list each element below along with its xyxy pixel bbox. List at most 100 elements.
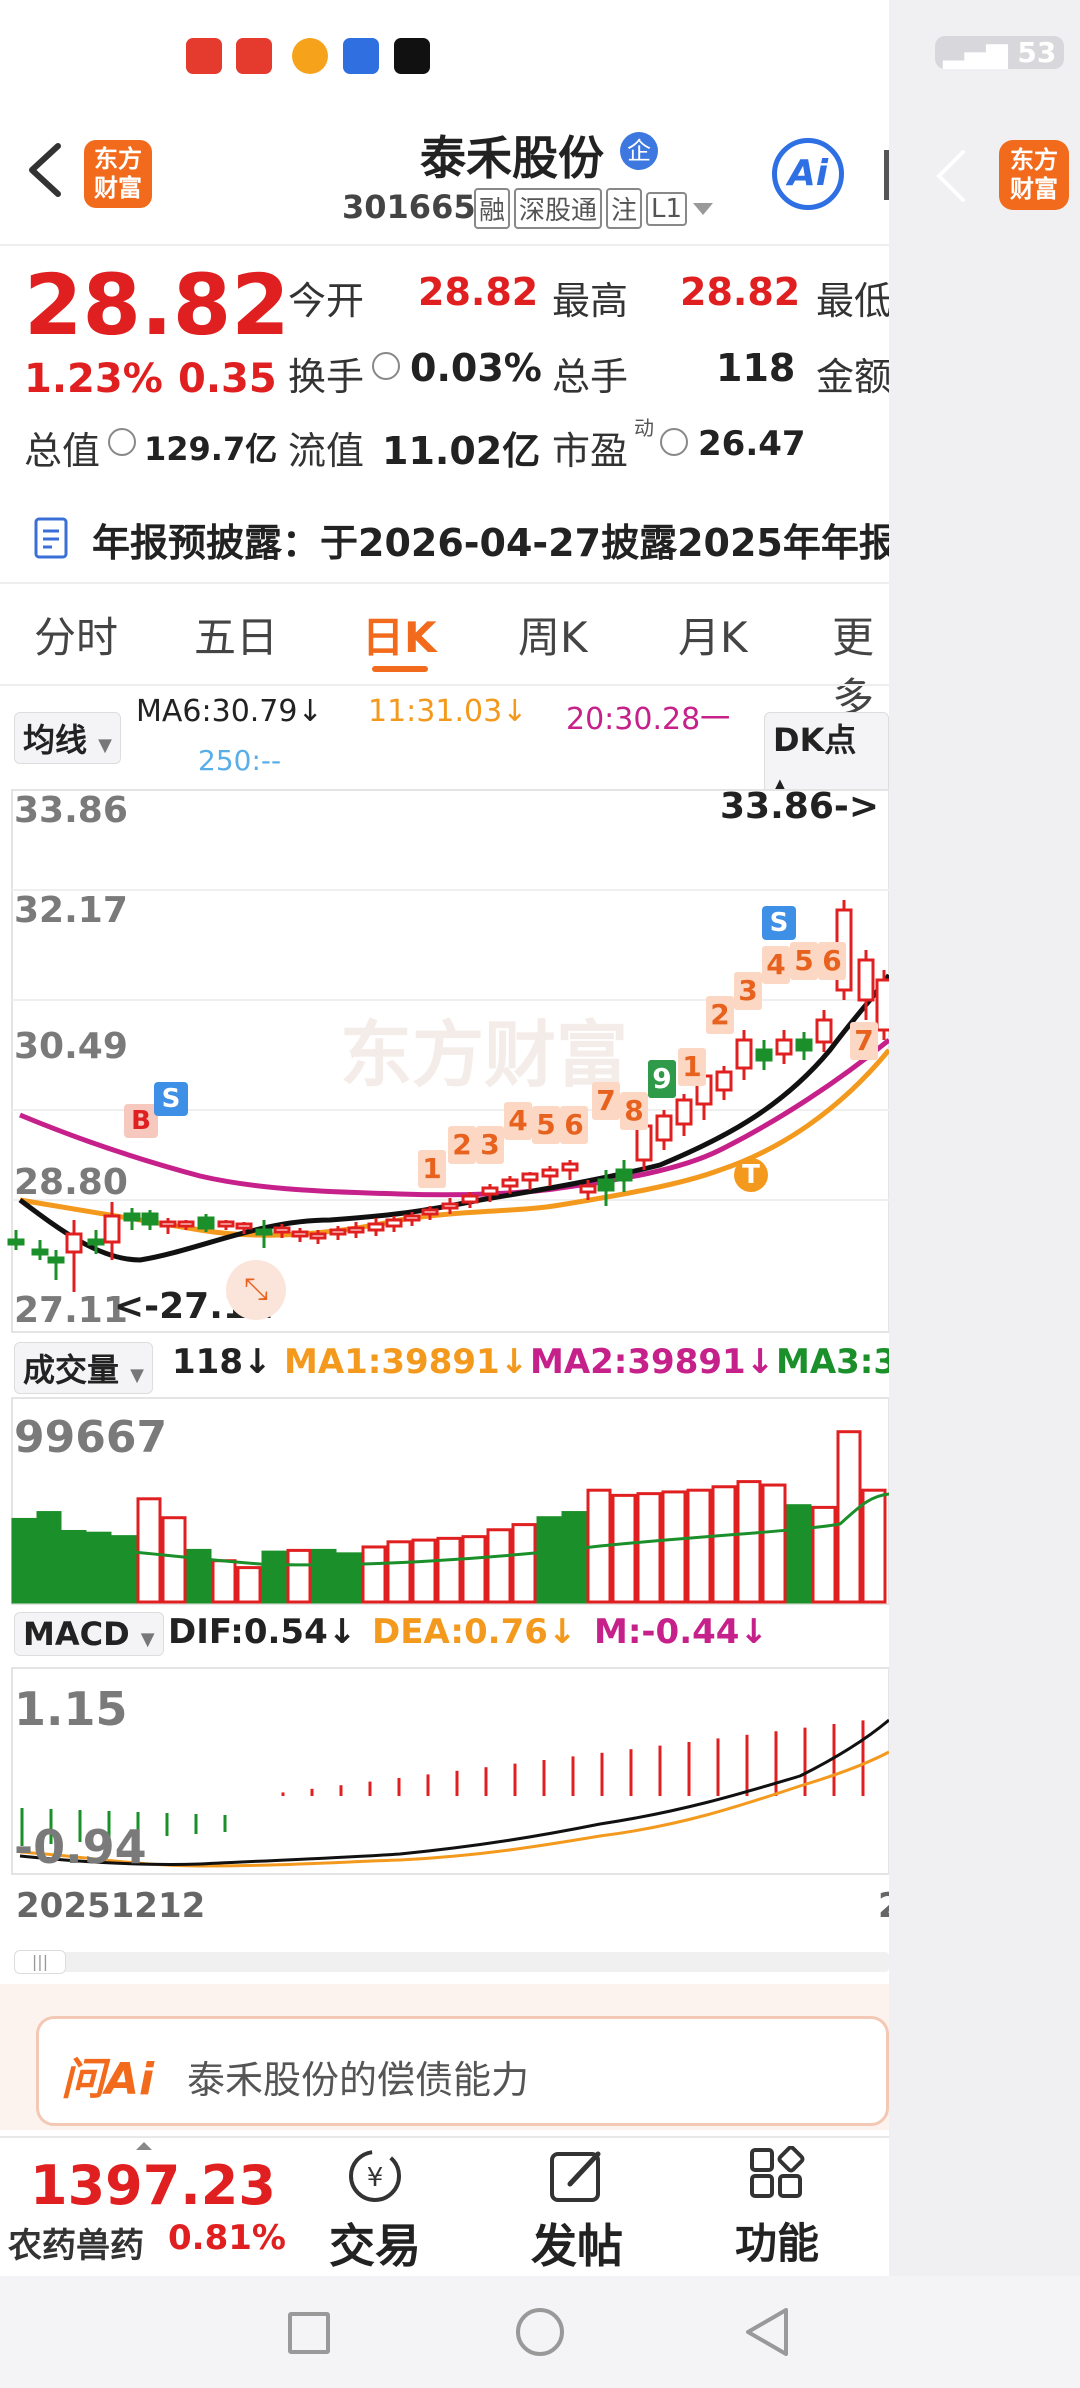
chart-scrollbar-track[interactable] <box>14 1952 889 1972</box>
candle-body <box>461 1194 479 1204</box>
candle-body <box>141 1212 159 1226</box>
ai-button[interactable]: Ai <box>772 138 844 210</box>
tab-five-day[interactable]: 五日 <box>194 604 278 665</box>
kline-chart[interactable]: 东方财富 <box>0 780 889 1340</box>
grid-icon <box>750 2145 805 2198</box>
index-value[interactable]: 1397.23 <box>30 2154 276 2217</box>
macd-selector[interactable]: MACD ▼ <box>14 1612 164 1656</box>
sell-signal-marker[interactable]: S <box>154 1082 188 1116</box>
volume-bar <box>286 1548 312 1604</box>
trade-icon: ¥ <box>349 2150 401 2202</box>
trade-label: 交易 <box>329 2219 421 2273</box>
signal-battery: ▂▄▆ 53 <box>935 36 1065 69</box>
candle-body <box>217 1220 235 1228</box>
svg-text:¥: ¥ <box>367 2163 384 2193</box>
count-badge: 1 <box>678 1048 706 1086</box>
total-value: 129.7亿 <box>144 430 278 468</box>
chart-scrollbar-handle[interactable]: ||| <box>14 1950 66 1974</box>
watermark: 东方财富 <box>340 1013 628 1097</box>
tab-weekly-k[interactable]: 周K <box>518 604 588 665</box>
post-button[interactable]: 发帖 <box>522 2146 632 2276</box>
volume-ma3: MA3:3 <box>776 1342 889 1382</box>
count-badge: 6 <box>818 942 846 980</box>
y-label-top: 33.86 <box>14 790 128 831</box>
back-button[interactable] <box>22 140 66 200</box>
tab-daily-k[interactable]: 日K <box>362 604 437 665</box>
post-label: 发帖 <box>531 2219 623 2273</box>
ask-ai-input[interactable]: 问Ai 泰禾股份的偿债能力 <box>36 2016 889 2126</box>
volume-bar <box>161 1516 187 1604</box>
up-arrow-icon <box>136 2142 152 2150</box>
count-badge: 5 <box>790 942 818 980</box>
back-nav-button[interactable] <box>742 2306 790 2358</box>
candle-body <box>403 1214 421 1222</box>
count-badge: 2 <box>448 1126 476 1164</box>
tiktok-icon <box>394 38 430 74</box>
candle-body <box>875 978 889 1032</box>
volume-bar <box>811 1505 837 1604</box>
max-price-label: 33.86-> <box>720 786 879 827</box>
expand-icon[interactable]: ⤡ <box>226 1260 286 1320</box>
overlay-back-button[interactable] <box>933 148 969 204</box>
y-label: 30.49 <box>14 1026 128 1067</box>
candle-body <box>273 1226 291 1234</box>
candle-body <box>597 1178 615 1192</box>
candle-body <box>367 1222 385 1232</box>
function-button[interactable]: 功能 <box>722 2145 832 2271</box>
y-label: 32.17 <box>14 890 128 931</box>
candle-body <box>309 1232 327 1240</box>
candle-body <box>561 1162 579 1172</box>
candle-body <box>65 1232 83 1254</box>
overlay-eastmoney-logo[interactable]: 东方 财富 <box>999 140 1069 210</box>
low-label: 最低 <box>816 279 889 323</box>
count-badge: 4 <box>762 946 790 984</box>
info-icon[interactable] <box>660 428 688 456</box>
y-label-bottom: 27.11 <box>14 1290 128 1331</box>
volume-selector[interactable]: 成交量 ▼ <box>14 1342 153 1394</box>
turnover-value: 0.03% <box>410 346 542 390</box>
dropdown-triangle-icon[interactable] <box>691 201 715 217</box>
volume-bar <box>611 1493 637 1604</box>
candle-body <box>635 1124 653 1162</box>
edit-icon <box>550 2151 601 2202</box>
tab-more[interactable]: 更多 <box>832 604 889 726</box>
volume-bar <box>711 1485 737 1604</box>
t-signal-marker[interactable]: T <box>734 1158 768 1192</box>
ask-ai-logo: 问Ai <box>61 2054 155 2105</box>
candle-body <box>347 1226 365 1234</box>
trade-button[interactable]: ¥ 交易 <box>320 2146 430 2276</box>
info-icon[interactable] <box>108 428 136 456</box>
app-notification-icon <box>236 38 272 74</box>
volume-selector-label: 成交量 <box>23 1351 120 1389</box>
app-notification-icon <box>343 38 379 74</box>
tag-connect: 深股通 <box>514 188 603 229</box>
recent-apps-button[interactable] <box>288 2312 330 2354</box>
volume-bar <box>86 1531 112 1604</box>
tab-monthly-k[interactable]: 月K <box>678 604 748 665</box>
candle-body <box>441 1202 459 1210</box>
ma11-label: 11:31.03↓ <box>368 694 528 729</box>
back-arrow-icon <box>29 143 61 197</box>
volume-bar <box>261 1550 287 1604</box>
volume-bar <box>486 1528 512 1604</box>
candle-body <box>197 1216 215 1230</box>
candle-body <box>87 1238 105 1246</box>
index-name[interactable]: 农药兽药 <box>8 2218 144 2267</box>
sell-signal-marker[interactable]: S <box>762 906 796 940</box>
candle-body <box>715 1070 733 1092</box>
notice-text[interactable]: 年报预披露：于2026-04-27披露2025年年报 <box>92 512 889 567</box>
info-icon[interactable] <box>372 352 400 380</box>
app-notification-icon <box>186 38 222 74</box>
home-button[interactable] <box>516 2308 564 2356</box>
tab-intraday[interactable]: 分时 <box>34 604 118 665</box>
tag-level: L1 <box>646 191 688 226</box>
volume-bar <box>436 1536 462 1604</box>
volume-bar <box>636 1492 662 1604</box>
candle-body <box>541 1168 559 1178</box>
candle-body <box>857 958 875 1002</box>
eastmoney-logo[interactable]: 东方 财富 <box>84 140 152 208</box>
buy-signal-marker[interactable]: B <box>124 1104 158 1138</box>
candle-body <box>7 1238 25 1246</box>
volume-bar <box>411 1538 437 1604</box>
ma-selector[interactable]: 均线 ▼ <box>14 712 121 764</box>
